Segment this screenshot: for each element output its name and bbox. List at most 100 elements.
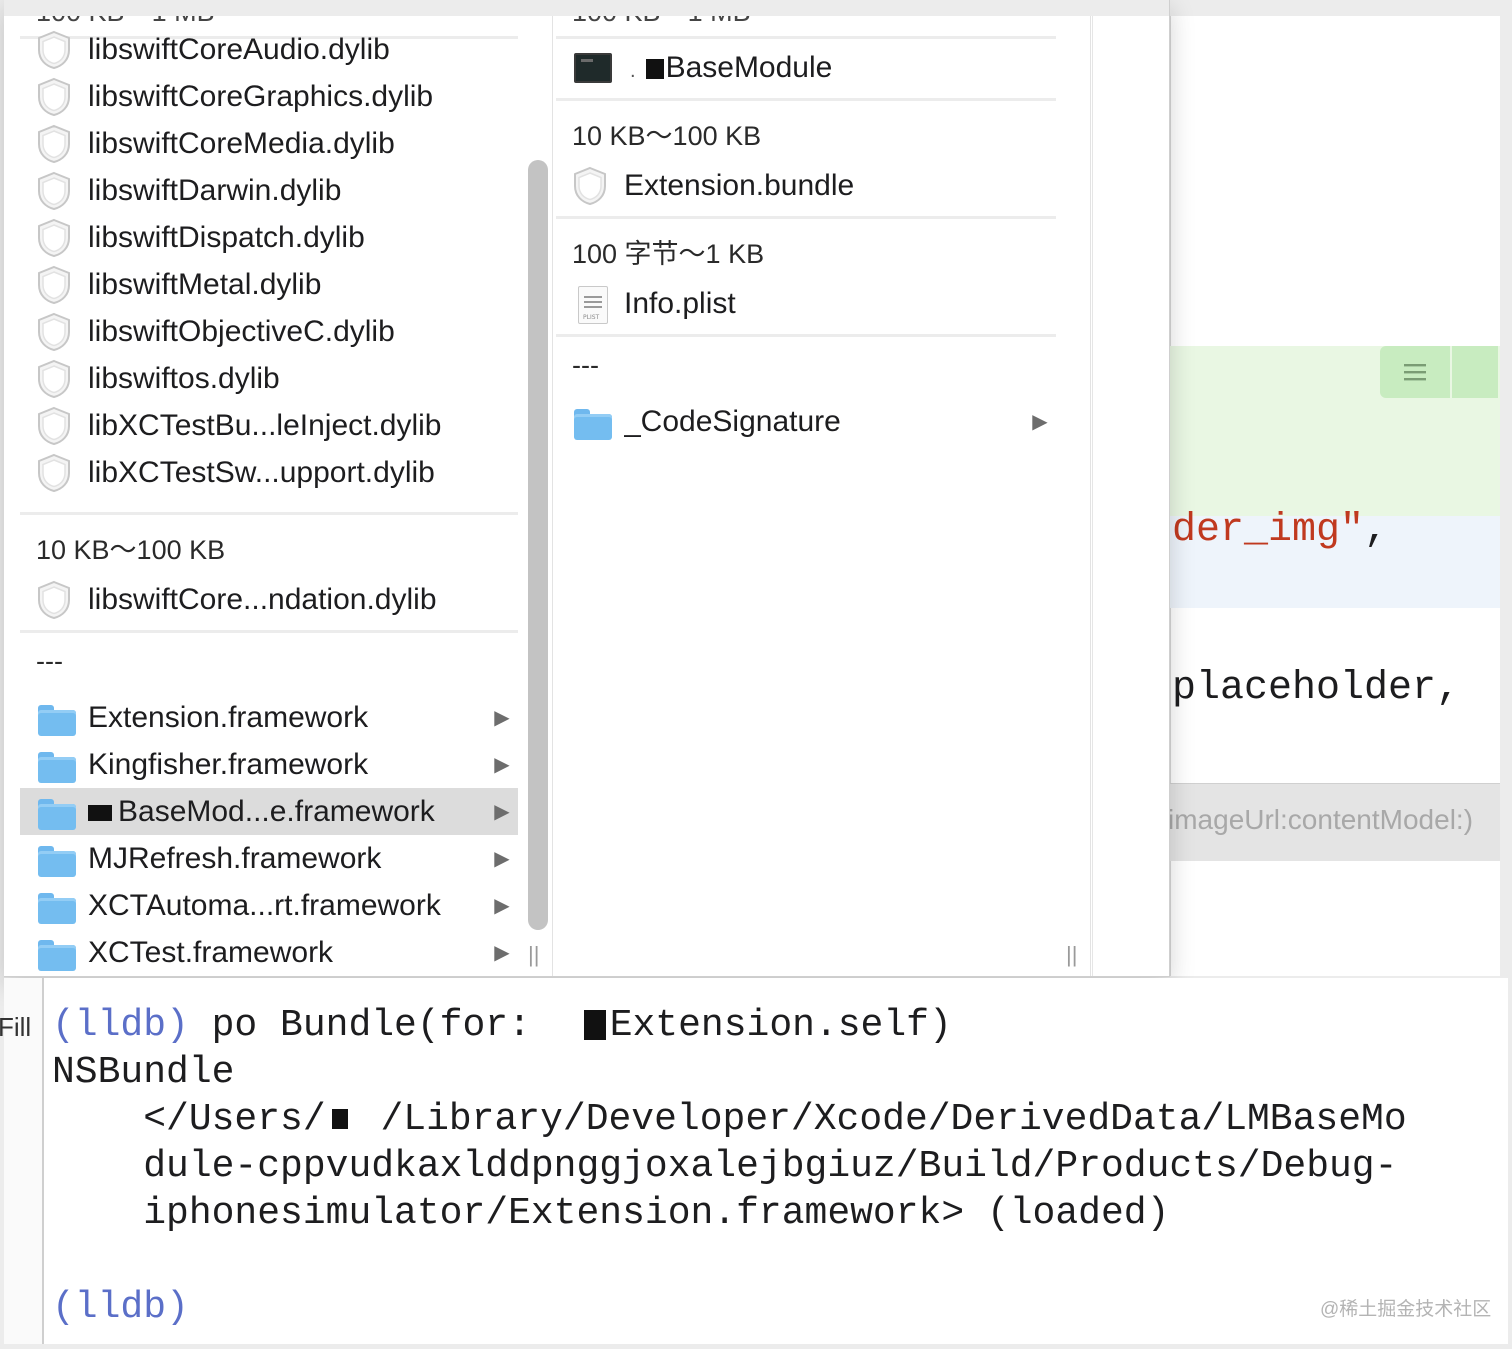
list-icon bbox=[1404, 364, 1426, 381]
file-row[interactable]: libswiftCoreGraphics.dylib bbox=[20, 73, 518, 120]
redaction-mark bbox=[645, 58, 664, 79]
console-line-output: iphonesimulator/Extension.framework> (lo… bbox=[52, 1192, 1170, 1235]
item-name: BaseMod...e.framework bbox=[118, 794, 435, 828]
folder-row[interactable]: BaseMod...e.framework ▶ bbox=[20, 788, 518, 835]
item-name: XCTest.framework bbox=[88, 935, 334, 969]
dylib-icon bbox=[36, 312, 76, 352]
file-row-info-plist[interactable]: Info.plist bbox=[556, 280, 1056, 327]
file-row[interactable]: libswiftDarwin.dylib bbox=[20, 167, 518, 214]
file-name: BaseModule bbox=[665, 50, 833, 84]
list-button[interactable] bbox=[1380, 346, 1450, 398]
item-name: libXCTestBu...leInject.dylib bbox=[88, 408, 442, 442]
console-line-output: NSBundle bbox=[52, 1051, 235, 1094]
folder-row[interactable]: Kingfisher.framework ▶ bbox=[20, 741, 518, 788]
file-label: libswiftDarwin.dylib bbox=[88, 174, 518, 208]
file-label: Info.plist bbox=[624, 286, 736, 320]
column-2-resize-handle[interactable]: || bbox=[1066, 942, 1077, 968]
folder-label: BaseMod...e.framework bbox=[88, 795, 492, 829]
item-name: libswiftCoreMedia.dylib bbox=[88, 126, 395, 160]
folder-label: Extension.framework bbox=[88, 701, 492, 735]
folder-icon bbox=[36, 933, 76, 973]
file-row-extension-bundle[interactable]: Extension.bundle bbox=[556, 162, 1056, 209]
file-row[interactable]: libswiftObjectiveC.dylib bbox=[20, 308, 518, 355]
dylib-icon bbox=[36, 359, 76, 399]
column-separator bbox=[1090, 16, 1091, 976]
output-path-start: </Users/ bbox=[52, 1098, 326, 1141]
file-row[interactable]: libswiftCore...ndation.dylib bbox=[20, 576, 518, 623]
file-row[interactable]: libXCTestSw...upport.dylib bbox=[20, 449, 518, 496]
folder-icon bbox=[36, 698, 76, 738]
file-prefix: . bbox=[630, 59, 636, 82]
plist-icon bbox=[572, 284, 612, 324]
file-row[interactable]: libswiftMetal.dylib bbox=[20, 261, 518, 308]
file-row[interactable]: libswiftos.dylib bbox=[20, 355, 518, 402]
redaction-mark bbox=[88, 804, 112, 821]
file-label: libswiftCoreGraphics.dylib bbox=[88, 80, 518, 114]
file-row-basemodule[interactable]: . BaseModule bbox=[556, 44, 1056, 91]
file-row[interactable]: libXCTestBu...leInject.dylib bbox=[20, 402, 518, 449]
command-text-rest: Extension.self) bbox=[609, 1004, 952, 1047]
group-divider bbox=[20, 512, 518, 515]
item-name: libswiftCoreGraphics.dylib bbox=[88, 79, 434, 113]
finder-column-3[interactable] bbox=[1092, 16, 1169, 976]
folder-row[interactable]: XCTAutoma...rt.framework ▶ bbox=[20, 882, 518, 929]
folder-row[interactable]: XCTest.framework ▶ bbox=[20, 929, 518, 976]
dylib-icon bbox=[36, 30, 76, 70]
debug-console[interactable]: Fill (lldb) po Bundle(for: Extension.sel… bbox=[0, 978, 1508, 1344]
finder-column-1[interactable]: 100 KB～1 MB libswiftCoreAudio.dyliblibsw… bbox=[20, 16, 518, 976]
file-label: libXCTestSw...upport.dylib bbox=[88, 456, 518, 490]
code-punct-token: , bbox=[1364, 508, 1389, 553]
file-label: libswiftos.dylib bbox=[88, 362, 518, 396]
group-header-10kb: 10 KB～100 KB bbox=[572, 121, 762, 151]
column-1-resize-handle[interactable]: || bbox=[528, 942, 539, 968]
code-line-string: der_img", bbox=[1172, 508, 1388, 553]
chevron-right-icon: ▶ bbox=[1032, 411, 1048, 433]
item-name: libXCTestSw...upport.dylib bbox=[88, 455, 435, 489]
side-button[interactable] bbox=[1452, 346, 1498, 398]
chevron-right-icon: ▶ bbox=[494, 895, 510, 917]
chevron-right-icon: ▶ bbox=[494, 754, 510, 776]
folder-label: Kingfisher.framework bbox=[88, 748, 492, 782]
group-divider bbox=[20, 630, 518, 633]
chevron-right-icon: ▶ bbox=[494, 801, 510, 823]
folder-row-codesignature[interactable]: _CodeSignature ▶ bbox=[556, 398, 1056, 445]
finder-column-2[interactable]: 100 KB～1 MB . BaseModule 10 KB～100 KB Ext… bbox=[556, 16, 1056, 976]
file-row[interactable]: libswiftCoreAudio.dylib bbox=[20, 26, 518, 73]
folder-icon bbox=[36, 745, 76, 785]
group-divider bbox=[556, 334, 1056, 337]
file-label: libswiftCore...ndation.dylib bbox=[88, 583, 518, 617]
item-name: libswiftDispatch.dylib bbox=[88, 220, 365, 254]
group-header-unknown: --- bbox=[36, 646, 63, 676]
console-line-prompt: (lldb) bbox=[52, 1286, 189, 1329]
chevron-right-icon: ▶ bbox=[494, 942, 510, 964]
bottom-strip bbox=[0, 1344, 1512, 1349]
file-row[interactable]: libswiftDispatch.dylib bbox=[20, 214, 518, 261]
code-string-token: der_img" bbox=[1172, 508, 1365, 553]
item-name: Kingfisher.framework bbox=[88, 747, 369, 781]
file-row[interactable]: libswiftCoreMedia.dylib bbox=[20, 120, 518, 167]
console-line-output: dule-cppvudkaxlddpnggjoxalejbgiuz/Build/… bbox=[52, 1145, 1398, 1188]
item-name: Extension.framework bbox=[88, 700, 369, 734]
group-divider bbox=[556, 36, 1056, 39]
column-1-scrollbar[interactable] bbox=[528, 160, 548, 930]
lldb-prompt: (lldb) bbox=[52, 1004, 189, 1047]
dylib-icon bbox=[36, 453, 76, 493]
dylib-icon bbox=[36, 218, 76, 258]
group-header-100b: 100 字节～1 KB bbox=[572, 239, 765, 269]
item-name: libswiftDarwin.dylib bbox=[88, 173, 342, 207]
folder-label: XCTest.framework bbox=[88, 936, 492, 970]
dylib-icon bbox=[36, 265, 76, 305]
finder-top-strip bbox=[4, 0, 1169, 16]
redaction-mark bbox=[331, 1108, 348, 1129]
code-editor-pane: der_img", placeholder, imageUrl:contentM… bbox=[1170, 16, 1500, 976]
folder-row[interactable]: MJRefresh.framework ▶ bbox=[20, 835, 518, 882]
dylib-icon bbox=[36, 171, 76, 211]
file-label: libswiftCoreMedia.dylib bbox=[88, 127, 518, 161]
code-line-placeholder: placeholder, bbox=[1172, 666, 1461, 711]
filter-label: Fill bbox=[0, 1012, 32, 1042]
folder-row[interactable]: Extension.framework ▶ bbox=[20, 694, 518, 741]
folder-label: XCTAutoma...rt.framework bbox=[88, 889, 492, 923]
file-label: libswiftObjectiveC.dylib bbox=[88, 315, 518, 349]
dylib-icon bbox=[36, 580, 76, 620]
chevron-right-icon: ▶ bbox=[494, 707, 510, 729]
